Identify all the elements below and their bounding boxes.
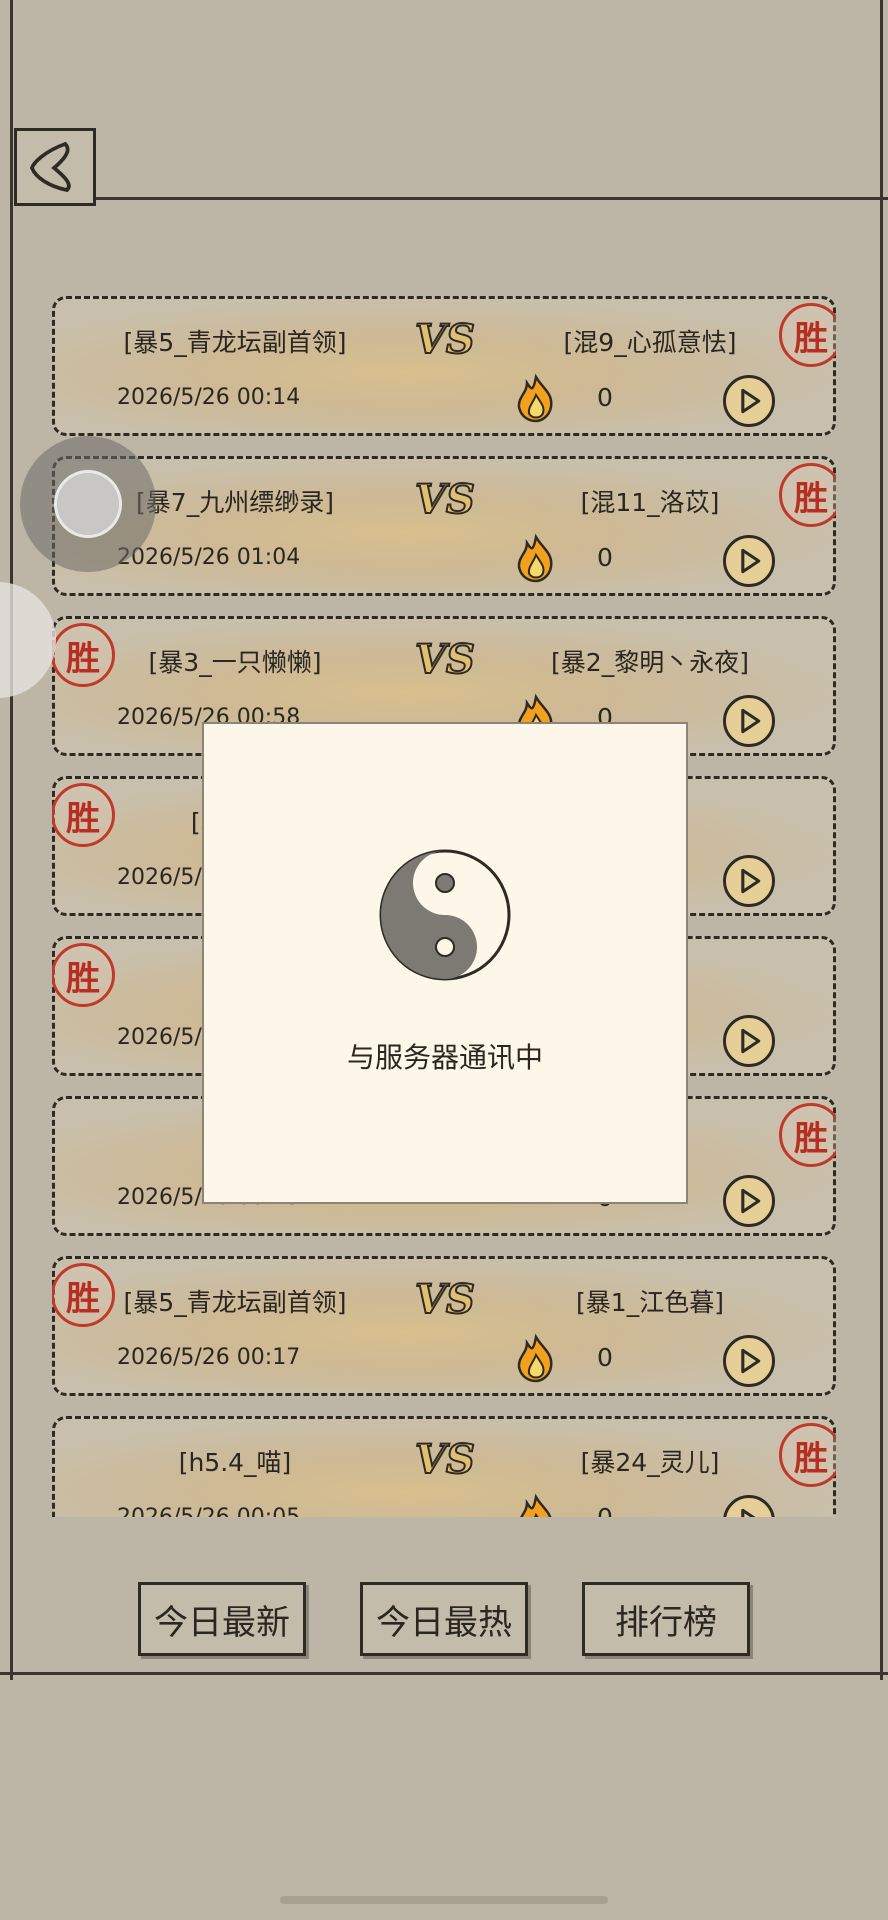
bottom-tab-bar: 今日最新 今日最热 排行榜 <box>0 1582 888 1662</box>
match-card[interactable]: [h5.4_喵] VS [暴24_灵儿] 2026/5/26 00:05 0 胜 <box>52 1416 836 1517</box>
floating-side-widget[interactable] <box>0 582 56 698</box>
match-card[interactable]: [暴5_青龙坛副首领] VS [混9_心孤意怯] 2026/5/26 00:14… <box>52 296 836 436</box>
player2-name: [混11_洛苡] <box>580 488 720 517</box>
win-seal: 胜 <box>52 943 115 1007</box>
win-seal: 胜 <box>779 303 836 367</box>
heat-count: 0 <box>597 383 613 412</box>
heat-count: 0 <box>597 543 613 572</box>
svg-text:VS: VS <box>415 1276 475 1323</box>
header-divider <box>96 197 888 200</box>
match-date: 2026/5/2 <box>117 1025 216 1050</box>
win-seal: 胜 <box>779 1423 836 1487</box>
heat-count: 0 <box>597 1503 613 1517</box>
loading-message: 与服务器通讯中 <box>346 1041 543 1074</box>
win-seal: 胜 <box>779 463 836 527</box>
match-date: 2026/5/26 01:04 <box>117 545 301 570</box>
player2-name: [混9_心孤意怯] <box>563 328 737 357</box>
win-seal: 胜 <box>52 783 115 847</box>
play-replay-button[interactable] <box>723 855 775 907</box>
fire-icon <box>517 373 553 423</box>
match-card[interactable]: [暴7_九州缥缈录] VS [混11_洛苡] 2026/5/26 01:04 0… <box>52 456 836 596</box>
back-button[interactable] <box>14 128 96 206</box>
win-seal: 胜 <box>779 1103 836 1167</box>
svg-text:VS: VS <box>415 476 475 523</box>
win-seal: 胜 <box>52 1263 115 1327</box>
vs-icon: VS <box>414 1275 476 1324</box>
tab-today-latest[interactable]: 今日最新 <box>138 1582 306 1656</box>
player2-name: [暴24_灵儿] <box>580 1448 720 1477</box>
play-replay-button[interactable] <box>723 375 775 427</box>
win-seal: 胜 <box>52 623 115 687</box>
match-date: 2026/5/26 00:05 <box>117 1505 300 1517</box>
match-date: 2026/5/26 00:17 <box>117 1345 301 1370</box>
fire-icon <box>517 1333 553 1383</box>
svg-text:VS: VS <box>415 1436 475 1483</box>
play-icon <box>741 388 761 414</box>
vs-icon: VS <box>414 635 476 684</box>
vs-icon: VS <box>414 1435 476 1484</box>
loading-dialog: 与服务器通讯中 <box>202 722 688 1204</box>
vs-icon: VS <box>414 315 476 364</box>
left-border <box>10 0 13 1680</box>
vs-icon: VS <box>414 475 476 524</box>
heat-count: 0 <box>597 1343 613 1372</box>
play-replay-button[interactable] <box>723 695 775 747</box>
play-icon <box>741 1348 761 1374</box>
play-replay-button[interactable] <box>723 535 775 587</box>
player1-name: [暴5_青龙坛副首领] <box>123 328 347 357</box>
play-icon <box>741 1188 761 1214</box>
svg-text:VS: VS <box>415 316 475 363</box>
footer-divider <box>0 1672 888 1675</box>
play-icon <box>741 708 761 734</box>
svg-text:VS: VS <box>415 636 475 683</box>
tab-ranking[interactable]: 排行榜 <box>582 1582 750 1656</box>
play-icon <box>741 868 761 894</box>
play-icon <box>741 1028 761 1054</box>
fire-icon <box>517 533 553 583</box>
match-card[interactable]: [暴5_青龙坛副首领] VS [暴1_江色暮] 2026/5/26 00:17 … <box>52 1256 836 1396</box>
home-indicator[interactable] <box>280 1896 608 1904</box>
back-arrow-icon <box>29 141 71 193</box>
match-date: 2026/5/2 <box>117 865 216 890</box>
assistive-touch-button[interactable] <box>20 436 156 572</box>
match-date: 2026/5/26 00:14 <box>117 385 301 410</box>
assistive-touch-knob <box>54 470 122 538</box>
play-icon <box>741 1508 756 1517</box>
play-replay-button[interactable] <box>723 1015 775 1067</box>
right-border <box>880 0 883 1680</box>
fire-icon <box>520 1493 552 1517</box>
play-icon <box>741 548 761 574</box>
yin-yang-icon <box>379 849 511 981</box>
player2-name: [暴1_江色暮] <box>576 1288 724 1317</box>
play-replay-button[interactable] <box>723 1495 775 1517</box>
play-replay-button[interactable] <box>723 1335 775 1387</box>
player2-name: [暴2_黎明丶永夜] <box>551 648 749 677</box>
tab-today-hottest[interactable]: 今日最热 <box>360 1582 528 1656</box>
player1-name: [h5.4_喵] <box>178 1448 292 1477</box>
play-replay-button[interactable] <box>723 1175 775 1227</box>
